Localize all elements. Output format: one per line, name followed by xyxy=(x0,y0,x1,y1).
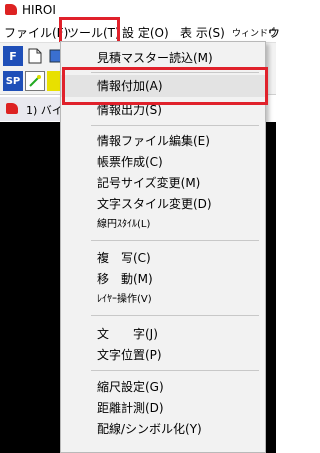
menu-separator xyxy=(91,315,259,316)
app-title: HIROI xyxy=(22,3,56,17)
tool-menu-highlight xyxy=(59,17,120,44)
menu-item-line-circle-style[interactable]: 線円ｽﾀｲﾙ(L) xyxy=(61,214,265,236)
menu-separator xyxy=(91,370,259,371)
menu-item-measure-distance[interactable]: 距離計測(D) xyxy=(61,397,265,419)
menu-item-change-text-style[interactable]: 文字スタイル変更(D) xyxy=(61,193,265,215)
f-button[interactable]: F xyxy=(3,46,23,66)
menu-item-scale-setting[interactable]: 縮尺設定(G) xyxy=(61,376,265,398)
menu-item-text[interactable]: 文 字(J) xyxy=(61,323,265,345)
sp-button[interactable]: SP xyxy=(3,71,23,91)
menu-item-layer-operation[interactable]: ﾚｲﾔｰ操作(V) xyxy=(61,289,265,311)
menu-item-text-position[interactable]: 文字位置(P) xyxy=(61,344,265,366)
menu-view[interactable]: 表 示(S) xyxy=(180,24,225,41)
menu-item-move[interactable]: 移 動(M) xyxy=(61,268,265,290)
add-info-highlight xyxy=(62,67,268,105)
menu-separator xyxy=(91,240,259,241)
title-bar: HIROI xyxy=(0,0,276,20)
document-tab-label: 1) バイ xyxy=(26,104,63,117)
menu-bar: ファイル(F) ツール(T) 設 定(O) 表 示(S) ウィンドウ ウ xyxy=(0,20,280,42)
menu-separator xyxy=(91,125,259,126)
menu-item-edit-info-file[interactable]: 情報ファイル編集(E) xyxy=(61,130,265,152)
menu-item-create-form[interactable]: 帳票作成(C) xyxy=(61,151,265,173)
menu-item-change-symbol-size[interactable]: 記号サイズ変更(M) xyxy=(61,172,265,194)
app-logo-icon xyxy=(5,4,17,15)
menu-settings[interactable]: 設 定(O) xyxy=(122,24,169,41)
menu-item-copy[interactable]: 複 写(C) xyxy=(61,247,265,269)
menu-extra[interactable]: ウ xyxy=(268,24,280,41)
document-icon xyxy=(6,103,18,114)
new-document-icon[interactable] xyxy=(25,46,45,66)
pen-tool-icon[interactable] xyxy=(25,71,45,91)
menu-item-wiring-symbolize[interactable]: 配線/シンボル化(Y) xyxy=(61,418,265,440)
